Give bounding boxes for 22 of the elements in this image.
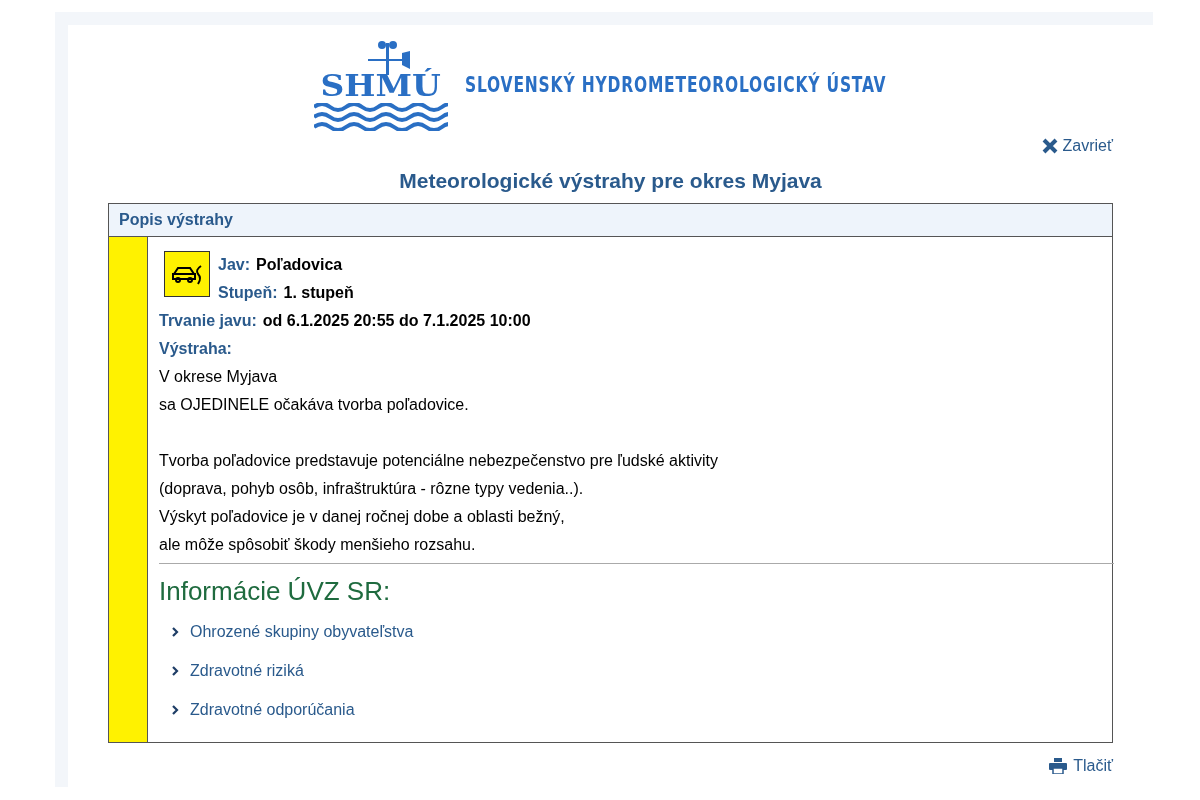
field-label: Jav: [218, 256, 251, 273]
field-label: Trvanie javu: [159, 312, 257, 329]
info-link[interactable]: Zdravotné odporúčania [171, 701, 355, 719]
warning-text: Tvorba poľadovice predstavuje potenciálne nebezpečenstvo pre ľudské aktivity [159, 451, 719, 471]
field-label: Stupeň: [218, 284, 278, 301]
panel-heading: Popis výstrahy [109, 204, 1112, 237]
field-value: 1. stupeň [283, 284, 354, 301]
page-title: Meteorologické výstrahy pre okres Myjava [398, 169, 823, 193]
warning-text: (doprava, pohyb osôb, infraštruktúra - rôzne typy vedenia..). [159, 479, 585, 499]
warning-text: V okrese Myjava [159, 367, 279, 387]
info-link[interactable]: Ohrozené skupiny obyvateľstva [171, 623, 414, 641]
institute-name: SLOVENSKÝ HYDROMETEOROLOGICKÝ ÚSTAV [464, 73, 886, 97]
info-heading: Informácie ÚVZ SR: [159, 576, 392, 607]
info-link[interactable]: Zdravotné riziká [171, 662, 304, 680]
field-value: Poľadovica [256, 256, 343, 273]
warning-label: Výstraha: [159, 339, 233, 359]
print-link[interactable]: Tlačiť [1049, 757, 1113, 775]
warning-text: ale môže spôsobiť škody menšieho rozsahu. [159, 535, 477, 555]
warning-text: Výskyt poľadovice je v danej ročnej dobe a oblasti bežný, [159, 507, 566, 527]
field-value: od 6.1.2025 20:55 do 7.1.2025 10:00 [262, 312, 531, 329]
warning-text: sa OJEDINELE očakáva tvorba poľadovice. [159, 395, 470, 415]
close-link[interactable]: Zavrieť [1040, 137, 1113, 155]
